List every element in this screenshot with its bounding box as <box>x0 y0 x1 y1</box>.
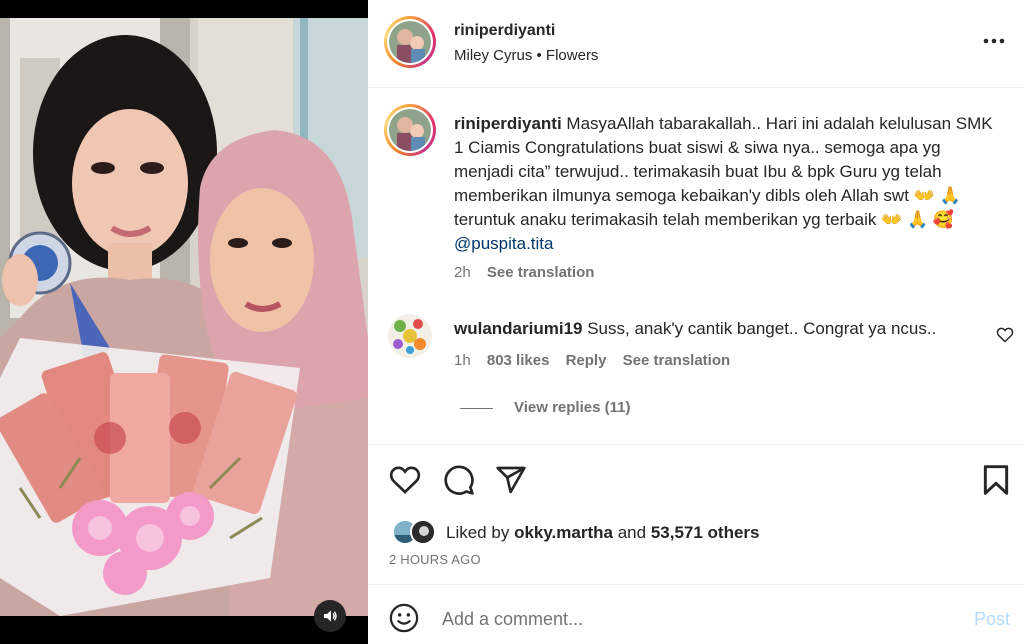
caption-time[interactable]: 2h <box>454 264 471 281</box>
liked-by-text: Liked by okky.martha and 53,571 others <box>446 523 760 543</box>
caption-mention[interactable]: @puspita.tita <box>454 234 553 253</box>
post-details-panel: riniperdiyanti Miley Cyrus • Flowers rin… <box>368 0 1024 644</box>
caption-avatar[interactable] <box>384 104 436 156</box>
caption-see-translation[interactable]: See translation <box>487 264 595 281</box>
comment-icon[interactable] <box>443 464 475 496</box>
post-timestamp[interactable]: 2 HOURS AGO <box>389 552 481 567</box>
audio-track-link[interactable]: Miley Cyrus • Flowers <box>454 47 598 64</box>
comment-meta: 1h 803 likes Reply See translation <box>454 352 730 369</box>
add-comment-bar: Post <box>368 584 1024 644</box>
comment-see-translation[interactable]: See translation <box>623 352 731 369</box>
photo-illustration <box>0 18 368 616</box>
liked-by-prefix: Liked by <box>446 523 510 542</box>
liked-by-avatar-2 <box>410 519 436 545</box>
view-replies-button[interactable]: View replies (11) <box>514 399 630 416</box>
author-avatar-image <box>389 21 431 63</box>
commenter-avatar[interactable] <box>388 314 432 358</box>
liked-by-others[interactable]: 53,571 others <box>651 523 760 542</box>
emoji-icon[interactable] <box>389 603 419 633</box>
liked-by-user[interactable]: okky.martha <box>514 523 613 542</box>
share-icon[interactable] <box>495 464 527 496</box>
post-photo[interactable] <box>0 18 368 616</box>
author-username[interactable]: riniperdiyanti <box>454 22 555 40</box>
add-comment-input[interactable] <box>442 609 942 630</box>
bookmark-icon[interactable] <box>982 464 1010 496</box>
liked-by-avatars[interactable] <box>392 519 440 545</box>
comment-reply-button[interactable]: Reply <box>566 352 607 369</box>
comment-time[interactable]: 1h <box>454 352 471 369</box>
more-icon[interactable] <box>982 36 1006 46</box>
view-replies-divider <box>460 408 493 409</box>
post-header: riniperdiyanti Miley Cyrus • Flowers <box>368 0 1024 88</box>
post-comment-button[interactable]: Post <box>974 609 1010 630</box>
small-heart-icon[interactable] <box>996 327 1014 343</box>
caption-avatar-image <box>389 109 431 151</box>
comment-body: wulandariumi19 Suss, anak'y cantik bange… <box>454 318 974 340</box>
comment-username[interactable]: wulandariumi19 <box>454 319 582 338</box>
caption-meta: 2h See translation <box>454 264 594 281</box>
comment-text: Suss, anak'y cantik banget.. Congrat ya … <box>587 319 937 338</box>
post-caption: riniperdiyanti MasyaAllah tabarakallah..… <box>454 112 1002 256</box>
liked-by-and: and <box>617 523 647 542</box>
sound-toggle-button[interactable] <box>314 600 346 632</box>
sound-icon <box>324 610 337 622</box>
heart-icon[interactable] <box>389 465 421 495</box>
comment-likes[interactable]: 803 likes <box>487 352 550 369</box>
author-avatar[interactable] <box>384 16 436 68</box>
caption-username[interactable]: riniperdiyanti <box>454 114 562 133</box>
post-media[interactable] <box>0 0 368 644</box>
post-actions: Liked by okky.martha and 53,571 others 2… <box>368 444 1024 584</box>
